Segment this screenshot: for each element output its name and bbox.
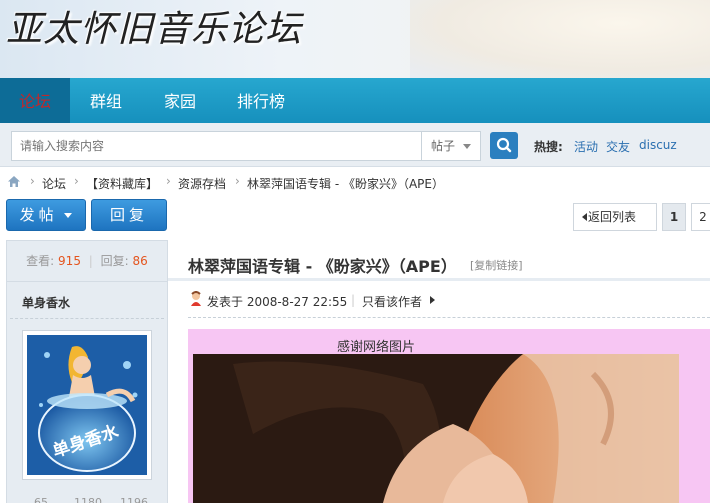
breadcrumb-separator: › [74, 174, 79, 188]
breadcrumb-item-resources[interactable]: 资源存档 [178, 175, 226, 192]
main-nav: 论坛 群组 家园 排行榜 [0, 78, 710, 123]
thread-stats: 查看: 915 | 回复: 86 [6, 240, 168, 282]
hot-link-dating[interactable]: 交友 [606, 138, 630, 155]
nav-item-forum[interactable]: 论坛 [0, 78, 70, 123]
avatar[interactable]: 单身香水 [22, 330, 152, 480]
photo-illustration [193, 354, 679, 503]
search-type-select[interactable]: 帖子 [421, 131, 481, 161]
divider [10, 318, 164, 319]
breadcrumb-separator: › [166, 174, 171, 188]
chevron-left-icon [582, 213, 587, 221]
home-icon[interactable] [7, 175, 21, 188]
post-photo[interactable] [193, 354, 679, 503]
replies-count: 86 [132, 254, 148, 268]
author-stat-1[interactable]: 65 [34, 496, 48, 503]
page-button-2[interactable]: 2 [691, 203, 710, 231]
back-to-list-label: 返回列表 [588, 210, 637, 224]
nav-item-home[interactable]: 家园 [150, 78, 210, 123]
post-date: 发表于 2008-8-27 22:55 [207, 295, 348, 309]
breadcrumb-separator: › [235, 174, 240, 188]
views-label: 查看: [26, 254, 55, 268]
stats-divider: | [88, 254, 93, 268]
header-banner: 亚太怀旧音乐论坛 [0, 0, 710, 78]
only-author-link[interactable]: 只看该作者 [362, 293, 422, 310]
divider [168, 278, 710, 281]
breadcrumb-separator: › [30, 174, 35, 188]
chevron-down-icon [64, 213, 73, 218]
copy-link[interactable]: [复制链接] [470, 257, 523, 273]
page-button-1[interactable]: 1 [662, 203, 686, 231]
breadcrumb: › 论坛 › 【资料藏库】 › 资源存档 › 林翠萍国语专辑 - 《盼家兴》（A… [0, 172, 710, 194]
views-count: 915 [58, 254, 81, 268]
author-online-icon [191, 291, 201, 306]
meta-divider: | [351, 293, 356, 307]
divider [188, 317, 710, 318]
author-stat-3[interactable]: 1196 [120, 496, 148, 503]
post-caption: 感谢网络图片 [337, 340, 416, 355]
nav-item-groups[interactable]: 群组 [76, 78, 136, 123]
replies-label: 回复: [100, 254, 129, 268]
avatar-image: 单身香水 [27, 335, 147, 475]
thread-title: 林翠萍国语专辑 - 《盼家兴》（APE） [188, 257, 457, 276]
breadcrumb-item-forum[interactable]: 论坛 [42, 175, 66, 192]
search-input[interactable] [11, 131, 421, 161]
new-post-button[interactable]: 发帖 [6, 199, 86, 231]
search-bar: 帖子 [0, 123, 710, 167]
chevron-right-icon [430, 296, 435, 304]
site-title[interactable]: 亚太怀旧音乐论坛 [6, 0, 302, 52]
search-type-label: 帖子 [431, 139, 456, 153]
author-name[interactable]: 单身香水 [22, 294, 70, 311]
avatar-illustration: 单身香水 [27, 335, 147, 475]
new-post-label: 发帖 [19, 206, 58, 224]
author-stat-2[interactable]: 1180 [74, 496, 102, 503]
nav-item-ranking[interactable]: 排行榜 [226, 78, 296, 123]
back-to-list-button[interactable]: 返回列表 [573, 203, 657, 231]
chevron-down-icon [463, 144, 471, 149]
reply-button[interactable]: 回复 [91, 199, 167, 231]
hot-search-label: 热搜: [534, 140, 563, 154]
hot-link-activity[interactable]: 活动 [574, 138, 598, 155]
breadcrumb-item-archive[interactable]: 【资料藏库】 [86, 175, 158, 192]
breadcrumb-item-thread[interactable]: 林翠萍国语专辑 - 《盼家兴》（APE） [247, 175, 444, 192]
hot-link-discuz[interactable]: discuz [639, 138, 677, 152]
search-button[interactable] [490, 132, 518, 159]
reply-label: 回复 [109, 206, 148, 224]
search-icon [496, 137, 512, 153]
